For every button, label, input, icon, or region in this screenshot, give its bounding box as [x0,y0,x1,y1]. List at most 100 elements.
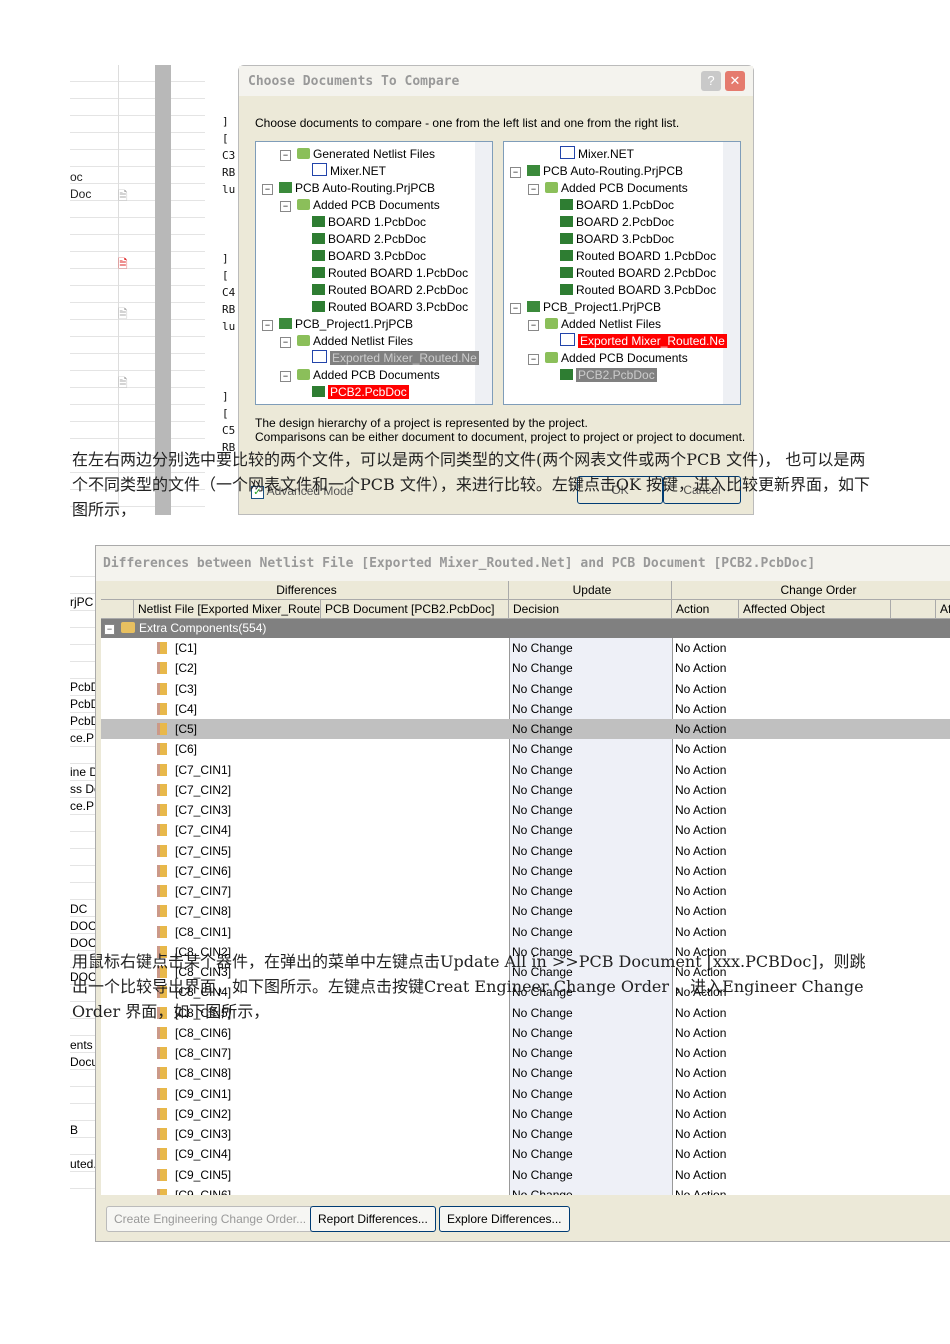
decision-cell[interactable]: No Change [512,1043,573,1063]
table-row[interactable]: [C4] No Change No Action [101,699,950,719]
tree-item[interactable]: − PCB_Project1.PrjPCB [510,299,661,315]
decision-cell[interactable]: No Change [512,1084,573,1104]
create-eco-button[interactable]: Create Engineering Change Order... [106,1206,315,1232]
col-header-netlist[interactable]: Netlist File [Exported Mixer_Route... [134,600,321,619]
decision-cell[interactable]: No Change [512,658,573,678]
tree-item[interactable]: PCB2.PcbDoc [312,384,409,400]
table-row[interactable]: [C6] No Change No Action [101,739,950,759]
decision-cell[interactable]: No Change [512,1185,573,1195]
decision-cell[interactable]: No Change [512,881,573,901]
table-row[interactable]: [C9_CIN2] No Change No Action [101,1104,950,1124]
decision-cell[interactable]: No Change [512,679,573,699]
collapse-icon[interactable]: − [280,150,291,161]
table-row[interactable]: [C7_CIN1] No Change No Action [101,760,950,780]
tree-item[interactable]: Routed BOARD 2.PcbDoc [560,265,716,281]
table-row[interactable]: [C8_CIN7] No Change No Action [101,1043,950,1063]
col-header-decision[interactable]: Decision [509,600,672,619]
tree-item[interactable]: Routed BOARD 2.PcbDoc [312,282,468,298]
collapse-icon[interactable]: − [528,354,539,365]
table-row[interactable]: [C9_CIN5] No Change No Action [101,1165,950,1185]
collapse-icon[interactable]: − [104,624,115,635]
tree-item[interactable]: − PCB Auto-Routing.PrjPCB [510,163,683,179]
tree-item[interactable]: BOARD 2.PcbDoc [312,231,426,247]
help-button[interactable]: ? [701,71,721,91]
table-row[interactable]: [C7_CIN5] No Change No Action [101,841,950,861]
decision-cell[interactable]: No Change [512,1144,573,1164]
table-row[interactable]: [C7_CIN8] No Change No Action [101,901,950,921]
close-button[interactable]: ✕ [725,71,745,91]
collapse-icon[interactable]: − [280,371,291,382]
decision-cell[interactable]: No Change [512,820,573,840]
tree-item[interactable]: − PCB_Project1.PrjPCB [262,316,413,332]
tree-item[interactable]: Routed BOARD 3.PcbDoc [312,299,468,315]
decision-cell[interactable]: No Change [512,1023,573,1043]
decision-cell[interactable]: No Change [512,780,573,800]
collapse-icon[interactable]: − [528,320,539,331]
collapse-icon[interactable]: − [510,167,521,178]
tree-item[interactable]: BOARD 3.PcbDoc [560,231,674,247]
right-document-tree[interactable]: Mixer.NET − PCB Auto-Routing.PrjPCB − Added … [503,141,741,405]
tree-item[interactable]: Routed BOARD 3.PcbDoc [560,282,716,298]
decision-cell[interactable]: No Change [512,922,573,942]
decision-cell[interactable]: No Change [512,800,573,820]
table-row[interactable]: [C3] No Change No Action [101,679,950,699]
tree-item[interactable]: − Generated Netlist Files [280,146,435,162]
decision-cell[interactable]: No Change [512,719,573,739]
scrollbar[interactable] [723,142,740,404]
tree-item[interactable]: Exported Mixer_Routed.Ne [560,333,727,349]
decision-cell[interactable]: No Change [512,1165,573,1185]
decision-cell[interactable]: No Change [512,1063,573,1083]
table-row[interactable]: [C7_CIN7] No Change No Action [101,881,950,901]
table-row[interactable]: [C1] No Change No Action [101,638,950,658]
tree-item[interactable]: − Added PCB Documents [528,180,688,196]
tree-item[interactable]: BOARD 2.PcbDoc [560,214,674,230]
tree-item[interactable]: − Added PCB Documents [280,367,440,383]
collapse-icon[interactable]: − [280,337,291,348]
table-row[interactable]: [C5] No Change No Action [101,719,950,739]
left-document-tree[interactable]: − Generated Netlist Files Mixer.NET − PCB Au… [255,141,493,405]
col-header-action[interactable]: Action [672,600,739,619]
table-row[interactable]: [C8_CIN8] No Change No Action [101,1063,950,1083]
collapse-icon[interactable]: − [262,184,273,195]
table-row[interactable]: [C7_CIN4] No Change No Action [101,820,950,840]
tree-item[interactable]: − PCB Auto-Routing.PrjPCB [262,180,435,196]
decision-cell[interactable]: No Change [512,1124,573,1144]
decision-cell[interactable]: No Change [512,1104,573,1124]
col-header-affected[interactable]: Aff [936,600,950,619]
table-row[interactable]: [C9_CIN4] No Change No Action [101,1144,950,1164]
collapse-icon[interactable]: − [528,184,539,195]
tree-item[interactable]: PCB2.PcbDoc [560,367,657,383]
tree-item[interactable]: Routed BOARD 1.PcbDoc [560,248,716,264]
decision-cell[interactable]: No Change [512,901,573,921]
tree-item[interactable]: Mixer.NET [312,163,386,179]
decision-cell[interactable]: No Change [512,861,573,881]
decision-cell[interactable]: No Change [512,739,573,759]
tree-item[interactable]: BOARD 1.PcbDoc [560,197,674,213]
tree-item[interactable]: − Added PCB Documents [528,350,688,366]
tree-item[interactable]: − Added Netlist Files [528,316,661,332]
decision-cell[interactable]: No Change [512,638,573,658]
report-differences-button[interactable]: Report Differences... [310,1206,436,1232]
table-row[interactable]: [C8_CIN6] No Change No Action [101,1023,950,1043]
table-row[interactable]: [C7_CIN6] No Change No Action [101,861,950,881]
table-row[interactable]: [C7_CIN2] No Change No Action [101,780,950,800]
col-header-affected-object[interactable]: Affected Object [739,600,891,619]
explore-differences-button[interactable]: Explore Differences... [439,1206,570,1232]
decision-cell[interactable]: No Change [512,699,573,719]
table-row[interactable]: [C8_CIN1] No Change No Action [101,922,950,942]
decision-cell[interactable]: No Change [512,841,573,861]
table-row[interactable]: [C9_CIN6] No Change No Action [101,1185,950,1195]
tree-item[interactable]: Routed BOARD 1.PcbDoc [312,265,468,281]
tree-item[interactable]: Mixer.NET [560,146,634,162]
table-row[interactable]: [C2] No Change No Action [101,658,950,678]
tree-item[interactable]: BOARD 1.PcbDoc [312,214,426,230]
table-row[interactable]: [C9_CIN3] No Change No Action [101,1124,950,1144]
collapse-icon[interactable]: − [262,320,273,331]
tree-item[interactable]: BOARD 3.PcbDoc [312,248,426,264]
decision-cell[interactable]: No Change [512,760,573,780]
tree-item[interactable]: Exported Mixer_Routed.Ne [312,350,479,366]
collapse-icon[interactable]: − [280,201,291,212]
tree-item[interactable]: − Added PCB Documents [280,197,440,213]
group-row-extra-components[interactable]: − Extra Components(554) [101,619,950,638]
collapse-icon[interactable]: − [510,303,521,314]
